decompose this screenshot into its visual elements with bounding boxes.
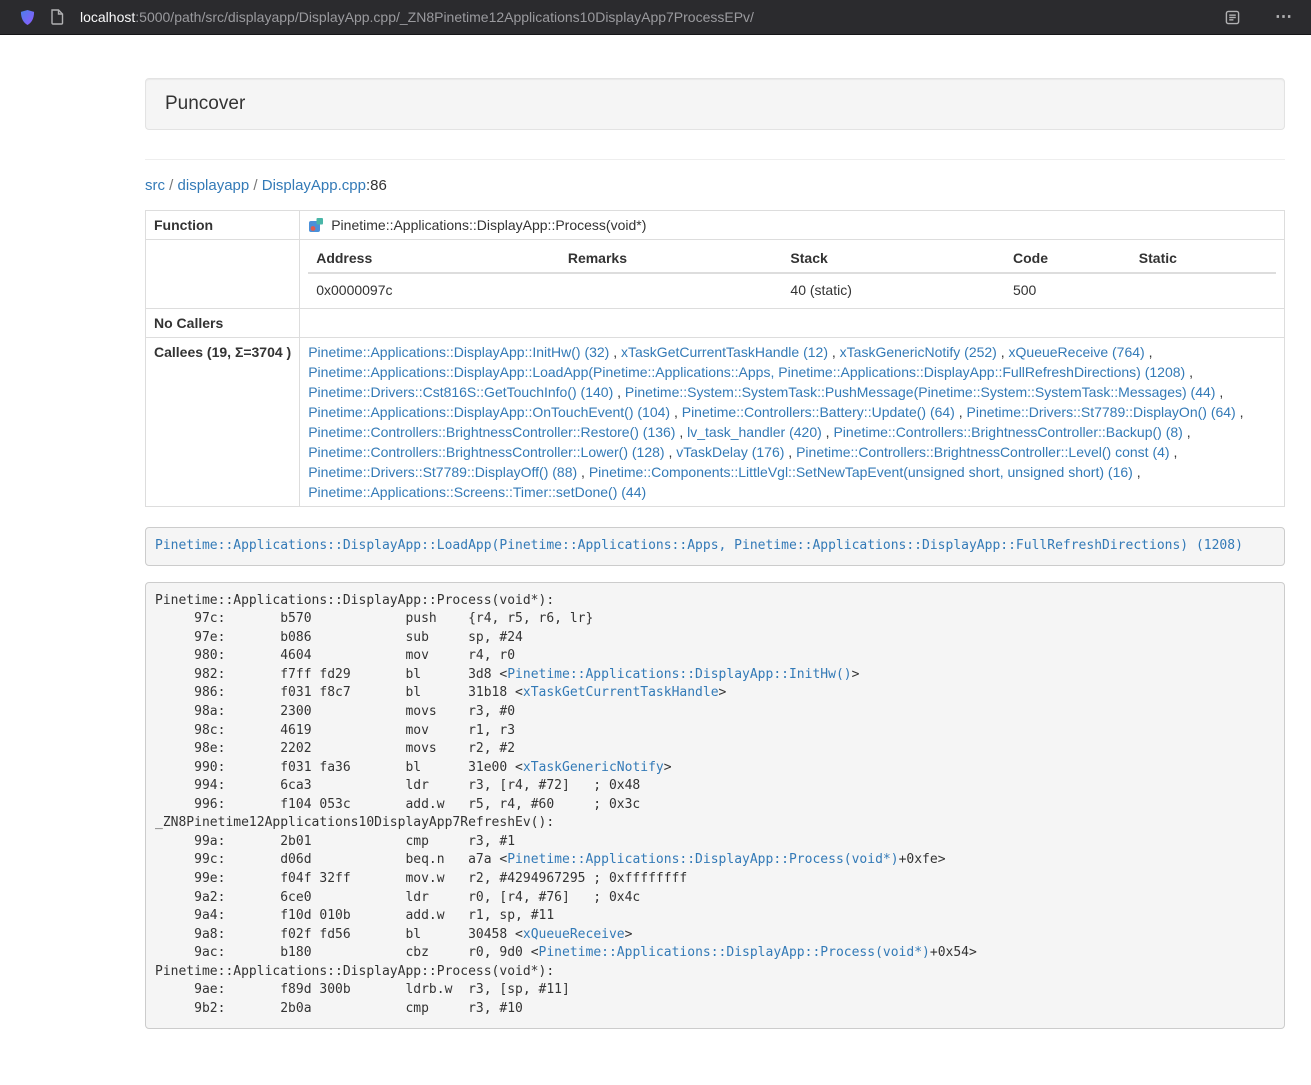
function-name: Pinetime::Applications::DisplayApp::Proc… <box>331 217 646 233</box>
tracking-protection-shield-icon[interactable] <box>16 6 38 28</box>
stats-header-remarks: Remarks <box>560 244 783 273</box>
callee-link[interactable]: Pinetime::Controllers::BrightnessControl… <box>796 444 1169 460</box>
page-info-icon[interactable] <box>46 6 68 28</box>
app-title: Puncover <box>165 94 1265 114</box>
stats-stack-value: 40 (static) <box>782 273 1005 304</box>
callees-list: Pinetime::Applications::DisplayApp::Init… <box>300 338 1285 507</box>
page-actions-more-icon[interactable]: ⋯ <box>1269 7 1299 27</box>
callees-row: Callees (19, Σ=3704 ) Pinetime::Applicat… <box>146 338 1285 507</box>
stats-value-row: 0x0000097c 40 (static) 500 <box>308 273 1276 304</box>
url-path: :5000/path/src/displayapp/DisplayApp.cpp… <box>135 9 754 25</box>
url-host: localhost <box>80 9 135 25</box>
assembly-symbol-link[interactable]: xTaskGenericNotify <box>523 760 664 775</box>
callee-link[interactable]: Pinetime::Controllers::BrightnessControl… <box>308 424 675 440</box>
assembly-symbol-link[interactable]: xQueueReceive <box>523 927 625 942</box>
callee-link[interactable]: vTaskDelay (176) <box>676 444 784 460</box>
breadcrumb-link[interactable]: src <box>145 177 165 194</box>
stats-cell: Address Remarks Stack Code Static 0x0000… <box>300 240 1285 309</box>
callee-link[interactable]: xTaskGetCurrentTaskHandle (12) <box>621 344 828 360</box>
breadcrumb-line-number: :86 <box>366 177 387 194</box>
callee-link[interactable]: Pinetime::Drivers::Cst816S::GetTouchInfo… <box>308 384 613 400</box>
stats-static-value <box>1131 273 1276 304</box>
highlighted-callee-link[interactable]: Pinetime::Applications::DisplayApp::Load… <box>155 538 1243 553</box>
no-callers-label: No Callers <box>146 309 300 338</box>
callee-link[interactable]: Pinetime::Drivers::St7789::DisplayOn() (… <box>967 404 1236 420</box>
app-header-panel: Puncover <box>145 78 1285 130</box>
callee-link[interactable]: Pinetime::Applications::DisplayApp::Load… <box>308 364 1185 380</box>
browser-url-bar: localhost:5000/path/src/displayapp/Displ… <box>0 0 1311 35</box>
callee-link[interactable]: xTaskGenericNotify (252) <box>840 344 997 360</box>
callee-link[interactable]: lv_task_handler (420) <box>687 424 822 440</box>
callees-label: Callees (19, Σ=3704 ) <box>146 338 300 507</box>
stats-row-label <box>146 240 300 309</box>
function-icon <box>308 217 324 233</box>
breadcrumb-link[interactable]: displayapp <box>178 177 250 194</box>
function-row: Function Pinetime::Applications::Display… <box>146 211 1285 240</box>
assembly-symbol-link[interactable]: Pinetime::Applications::DisplayApp::Proc… <box>539 945 930 960</box>
url-text[interactable]: localhost:5000/path/src/displayapp/Displ… <box>80 9 1221 25</box>
assembly-symbol-link[interactable]: xTaskGetCurrentTaskHandle <box>523 685 719 700</box>
callee-link[interactable]: Pinetime::Controllers::BrightnessControl… <box>833 424 1182 440</box>
reader-mode-icon[interactable] <box>1221 6 1243 28</box>
assembly-code: Pinetime::Applications::DisplayApp::Proc… <box>145 582 1285 1029</box>
breadcrumb: src / displayapp / DisplayApp.cpp:86 <box>145 176 1285 196</box>
divider <box>145 159 1285 160</box>
stats-table: Address Remarks Stack Code Static 0x0000… <box>308 244 1276 304</box>
callee-link[interactable]: Pinetime::Controllers::BrightnessControl… <box>308 444 664 460</box>
stats-header-row: Address Remarks Stack Code Static <box>308 244 1276 273</box>
callee-link[interactable]: xQueueReceive (764) <box>1009 344 1145 360</box>
assembly-symbol-link[interactable]: Pinetime::Applications::DisplayApp::Proc… <box>507 852 898 867</box>
callee-link[interactable]: Pinetime::Drivers::St7789::DisplayOff() … <box>308 464 577 480</box>
main-content: Puncover src / displayapp / DisplayApp.c… <box>145 35 1285 1085</box>
assembly-symbol-link[interactable]: Pinetime::Applications::DisplayApp::Init… <box>507 667 851 682</box>
stats-row: Address Remarks Stack Code Static 0x0000… <box>146 240 1285 309</box>
stats-remarks-value <box>560 273 783 304</box>
callee-link[interactable]: Pinetime::System::SystemTask::PushMessag… <box>625 384 1216 400</box>
callee-link[interactable]: Pinetime::Applications::Screens::Timer::… <box>308 484 646 500</box>
stats-header-address: Address <box>308 244 560 273</box>
stats-address-value: 0x0000097c <box>308 273 560 304</box>
callee-link[interactable]: Pinetime::Components::LittleVgl::SetNewT… <box>589 464 1133 480</box>
breadcrumb-separator: / <box>165 177 178 194</box>
function-table: Function Pinetime::Applications::Display… <box>145 210 1285 507</box>
breadcrumb-separator: / <box>249 177 262 194</box>
highlighted-callee-box: Pinetime::Applications::DisplayApp::Load… <box>145 527 1285 566</box>
function-row-label: Function <box>146 211 300 240</box>
function-name-cell: Pinetime::Applications::DisplayApp::Proc… <box>300 211 1285 240</box>
no-callers-row: No Callers <box>146 309 1285 338</box>
callee-link[interactable]: Pinetime::Applications::DisplayApp::Init… <box>308 344 609 360</box>
stats-code-value: 500 <box>1005 273 1131 304</box>
callee-link[interactable]: Pinetime::Controllers::Battery::Update()… <box>682 404 955 420</box>
stats-header-static: Static <box>1131 244 1276 273</box>
no-callers-cell <box>300 309 1285 338</box>
breadcrumb-link[interactable]: DisplayApp.cpp <box>262 177 366 194</box>
stats-header-stack: Stack <box>782 244 1005 273</box>
stats-header-code: Code <box>1005 244 1131 273</box>
callee-link[interactable]: Pinetime::Applications::DisplayApp::OnTo… <box>308 404 670 420</box>
